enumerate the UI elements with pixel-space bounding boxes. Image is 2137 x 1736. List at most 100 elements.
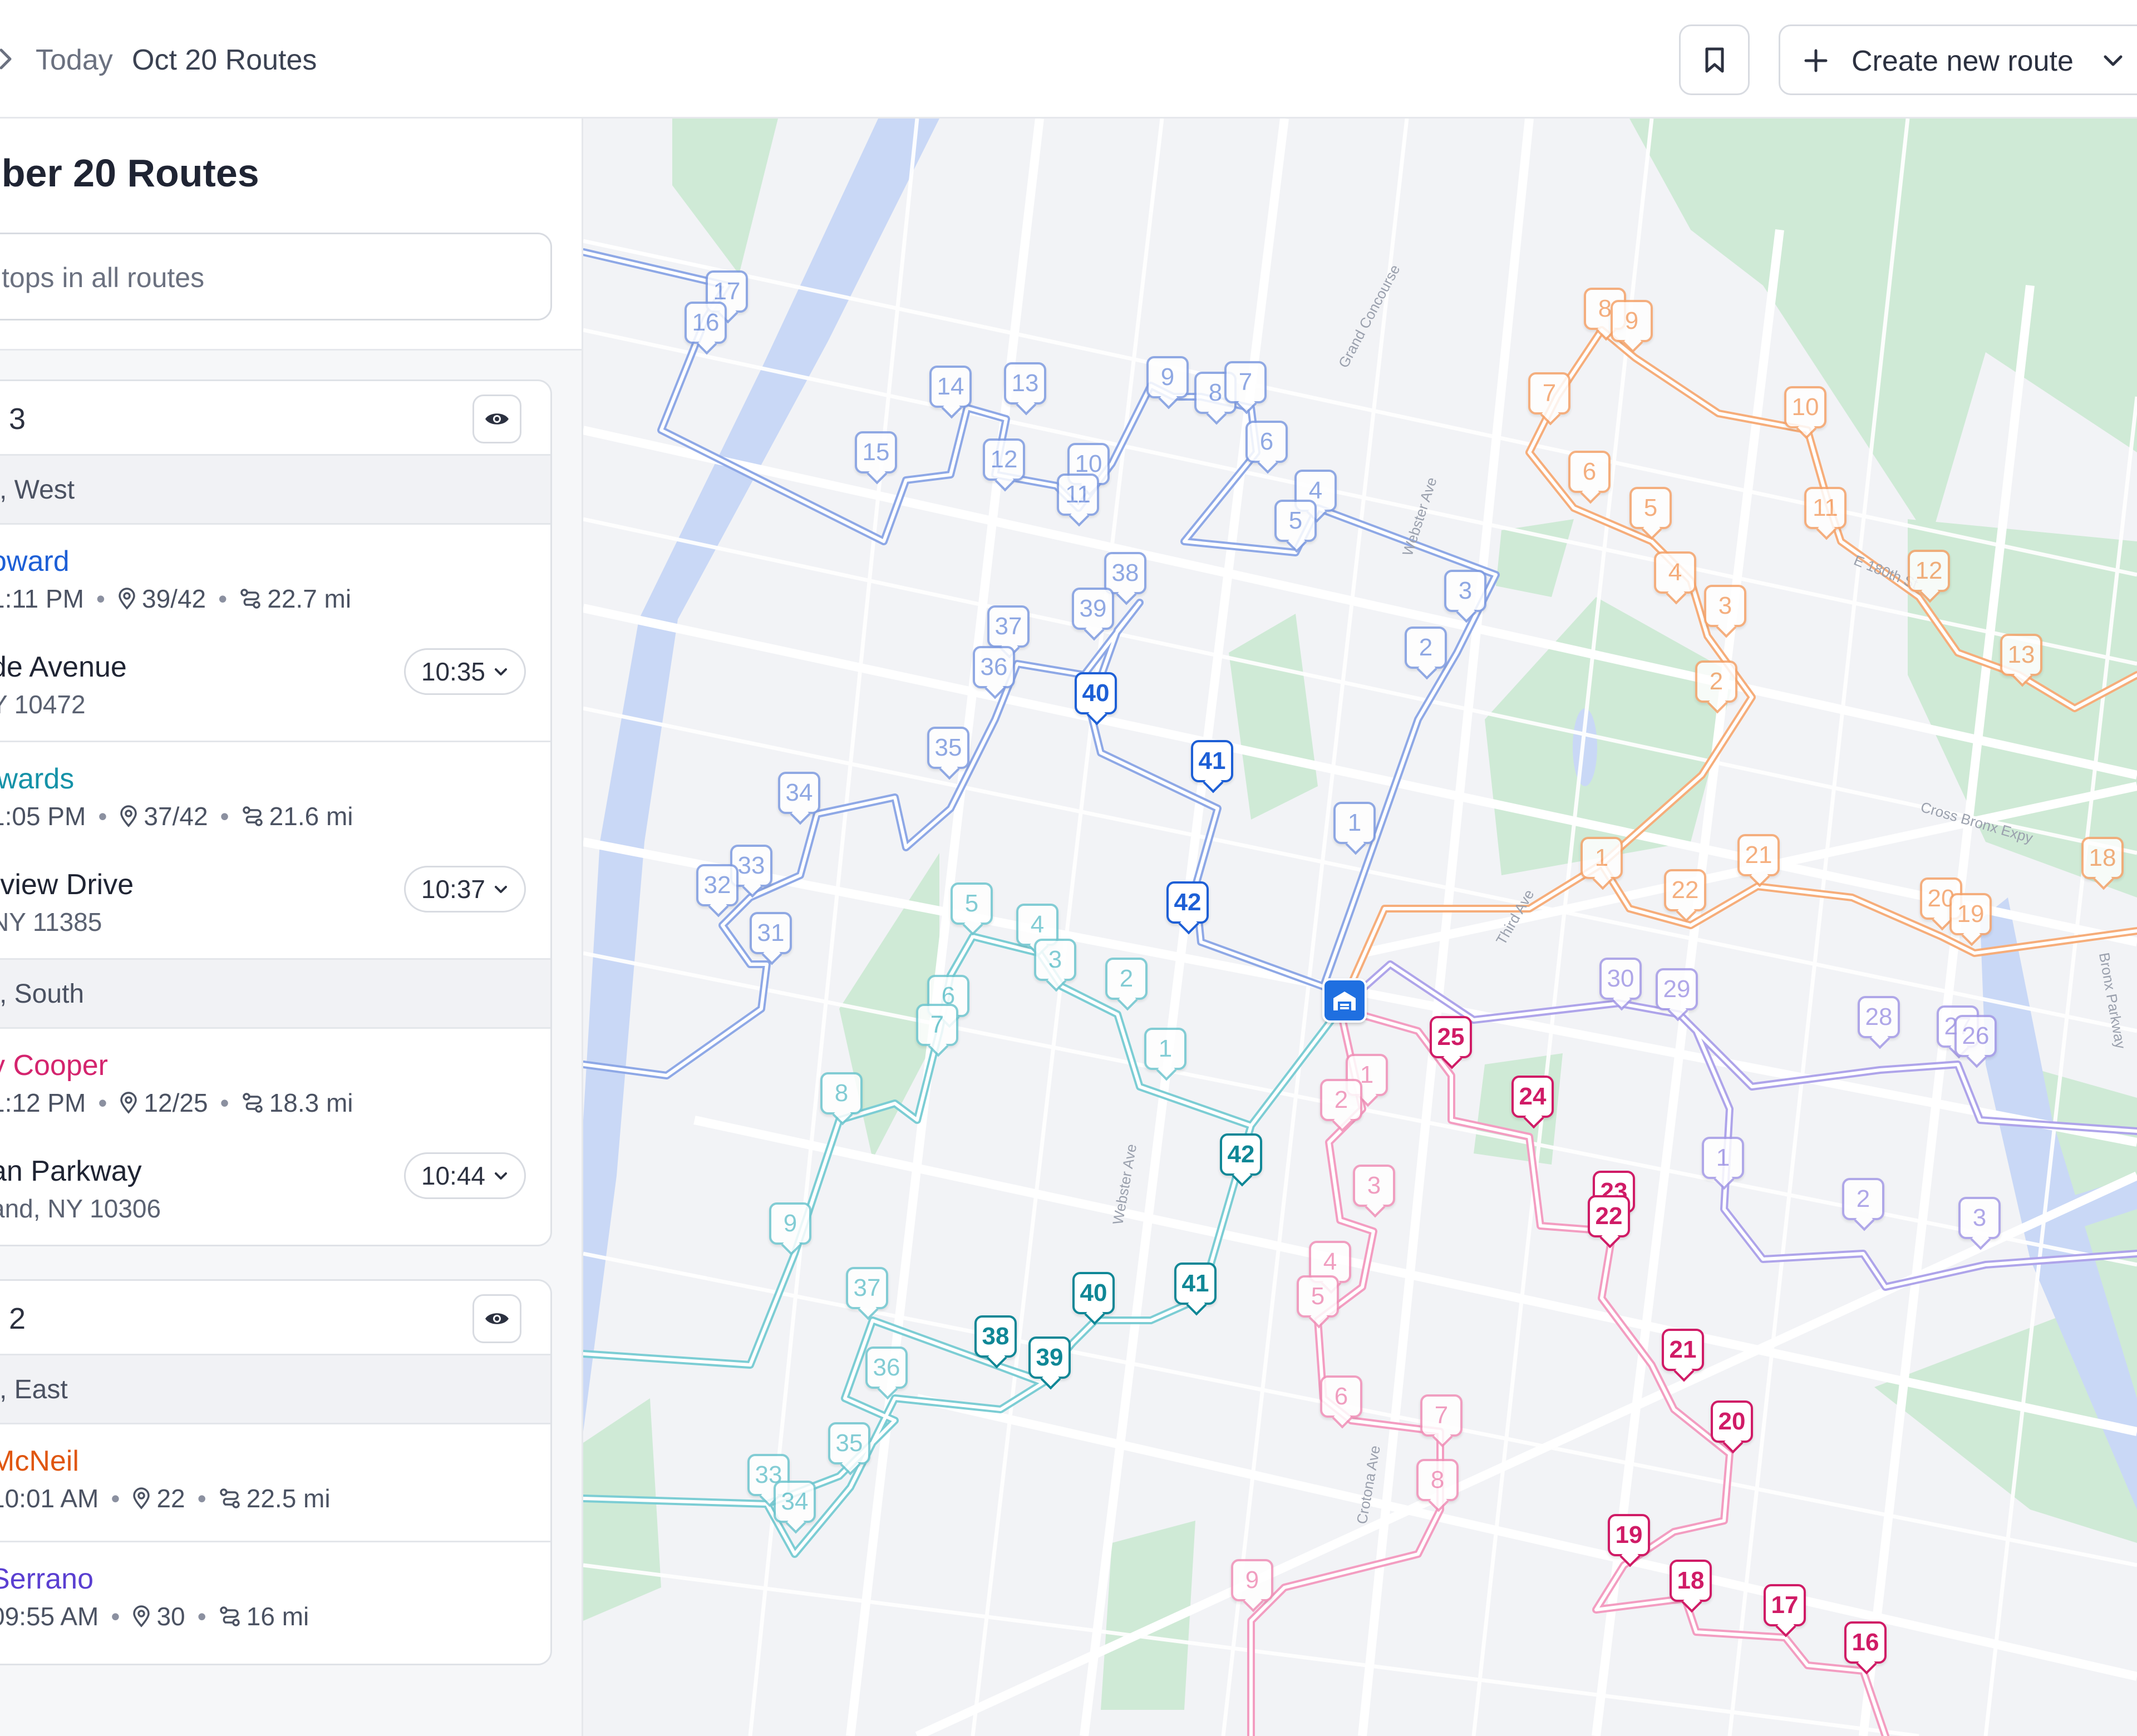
stop-marker-teal[interactable]: 7 [916,1004,958,1046]
stop-marker-purple[interactable]: 1 [1702,1137,1744,1179]
stop-marker-blue[interactable]: 39 [1072,588,1114,630]
stop-marker-orange[interactable]: 12 [1908,550,1950,592]
stop-marker-blue[interactable]: 7 [1224,361,1267,403]
location-pin-icon [120,805,137,827]
stop-marker-pink[interactable]: 24 [1511,1076,1554,1118]
stop-marker-orange[interactable]: 9 [1611,300,1653,342]
breadcrumb-today[interactable]: Today [36,43,113,77]
stop-marker-pink[interactable]: 25 [1430,1016,1472,1058]
stop-marker-teal[interactable]: 2 [1105,958,1148,1000]
stop-marker-teal[interactable]: 5 [951,882,993,925]
stop-marker-teal[interactable]: 36 [865,1347,908,1389]
stop-marker-pink[interactable]: 7 [1420,1394,1463,1437]
stop-marker-teal[interactable]: 40 [1072,1272,1115,1314]
stop-marker-pink[interactable]: 18 [1670,1560,1712,1602]
driver-row[interactable]: oward 1:11 PM• 39/42• 22.7 mi de Avenue … [0,525,550,742]
eta-dropdown[interactable]: 10:37 [403,866,526,913]
toggle-visibility-button[interactable] [472,1294,521,1343]
stop-marker-blue[interactable]: 1 [1333,802,1376,844]
stop-marker-pink[interactable]: 6 [1320,1375,1362,1418]
stop-marker-teal[interactable]: 8 [820,1072,863,1114]
stop-marker-purple[interactable]: 30 [1599,958,1642,1000]
stop-marker-pink[interactable]: 5 [1297,1275,1339,1318]
stops-search-input[interactable]: tops in all routes [0,233,552,320]
stop-marker-teal[interactable]: 39 [1028,1336,1071,1379]
driver-row[interactable]: Serrano 09:55 AM • 30 • 16 mi [0,1542,550,1664]
stop-marker-purple[interactable]: 28 [1858,996,1900,1038]
stop-marker-blue[interactable]: 6 [1245,421,1288,463]
stop-marker-pink[interactable]: 17 [1764,1584,1806,1626]
stop-marker-teal[interactable]: 9 [769,1202,811,1245]
stop-marker-blue[interactable]: 3 [1444,570,1486,612]
stop-marker-blue[interactable]: 42 [1166,881,1209,924]
stop-marker-blue[interactable]: 32 [696,864,738,906]
stop-marker-blue[interactable]: 35 [927,727,969,769]
stop-marker-pink[interactable]: 8 [1416,1459,1459,1501]
stop-marker-teal[interactable]: 3 [1034,939,1076,981]
stop-marker-orange[interactable]: 19 [1949,893,1992,935]
stop-marker-orange[interactable]: 7 [1528,372,1570,415]
stop-marker-blue[interactable]: 2 [1405,627,1447,669]
driver-row[interactable]: lwards 1:05 PM• 37/42• 21.6 mi rview Dri… [0,742,550,960]
stop-marker-orange[interactable]: 2 [1695,660,1737,703]
stop-marker-blue[interactable]: 12 [983,438,1025,481]
stop-marker-pink[interactable]: 21 [1662,1329,1704,1371]
stop-marker-pink[interactable]: 19 [1608,1514,1650,1556]
stop-marker-blue[interactable]: 9 [1146,356,1189,398]
stop-marker-teal[interactable]: 38 [974,1315,1017,1358]
stop-marker-orange[interactable]: 13 [2000,634,2042,676]
route-group-header[interactable]: · 3 [0,381,550,456]
stop-marker-teal[interactable]: 37 [846,1267,888,1309]
stop-marker-blue[interactable]: 34 [778,772,820,814]
stop-marker-purple[interactable]: 29 [1656,968,1698,1010]
stop-marker-blue[interactable]: 37 [987,605,1030,648]
driver-row[interactable]: y Cooper 1:12 PM • 12/25 • 18.3 mi an Park… [0,1029,550,1245]
stop-marker-purple[interactable]: 2 [1842,1178,1884,1220]
stop-marker-orange[interactable]: 5 [1629,487,1672,529]
stop-marker-orange[interactable]: 4 [1654,551,1696,594]
chevron-down-icon[interactable] [2102,50,2124,72]
route-map[interactable]: Grand Concourse Webster Ave E 180th St C… [583,119,2137,1736]
stop-marker-orange[interactable]: 18 [2081,837,2124,879]
toggle-visibility-button[interactable] [472,394,521,443]
stop-marker-orange[interactable]: 21 [1737,834,1780,876]
stop-marker-teal[interactable]: 42 [1220,1133,1262,1176]
stop-marker-blue[interactable]: 40 [1075,672,1117,714]
stop-marker-blue[interactable]: 41 [1191,740,1233,782]
stop-marker-pink[interactable]: 2 [1320,1079,1362,1121]
stop-marker-teal[interactable]: 34 [774,1481,816,1523]
stop-marker-blue[interactable]: 5 [1274,500,1317,542]
chevron-down-icon [495,668,507,675]
stop-marker-purple[interactable]: 3 [1958,1197,2001,1239]
stop-marker-pink[interactable]: 3 [1353,1165,1395,1207]
stop-marker-blue[interactable]: 31 [750,912,792,954]
depot-marker[interactable] [1322,978,1367,1023]
stop-marker-pink[interactable]: 16 [1844,1621,1887,1664]
create-new-route-button[interactable]: Create new route [1779,24,2137,95]
stop-marker-orange[interactable]: 1 [1580,837,1623,879]
stop-marker-blue[interactable]: 36 [973,646,1015,688]
stop-marker-orange[interactable]: 22 [1664,869,1706,911]
route-group-header[interactable]: · 2 [0,1281,550,1355]
stop-marker-blue[interactable]: 11 [1057,474,1099,516]
stop-marker-pink[interactable]: 22 [1588,1195,1630,1237]
stop-marker-orange[interactable]: 6 [1568,451,1611,493]
stop-marker-orange[interactable]: 11 [1804,487,1847,529]
stop-marker-orange[interactable]: 10 [1784,386,1826,428]
stop-marker-orange[interactable]: 3 [1704,585,1746,627]
stop-marker-blue[interactable]: 15 [855,431,897,474]
stop-marker-pink[interactable]: 9 [1231,1559,1273,1601]
stop-marker-blue[interactable]: 13 [1004,362,1046,405]
stop-marker-teal[interactable]: 1 [1144,1028,1186,1070]
bookmark-button[interactable] [1679,24,1750,95]
stop-marker-pink[interactable]: 20 [1711,1400,1753,1443]
driver-row[interactable]: McNeil 10:01 AM• 22• 22.5 mi [0,1424,550,1542]
eta-dropdown[interactable]: 10:44 [403,1152,526,1199]
eta-dropdown[interactable]: 10:35 [403,648,526,695]
stop-marker-blue[interactable]: 16 [685,302,727,344]
stop-marker-blue[interactable]: 38 [1104,552,1146,594]
stop-marker-purple[interactable]: 26 [1954,1015,1997,1057]
stop-marker-blue[interactable]: 14 [929,366,972,408]
stop-marker-teal[interactable]: 35 [828,1422,870,1464]
stop-marker-teal[interactable]: 41 [1174,1262,1217,1305]
